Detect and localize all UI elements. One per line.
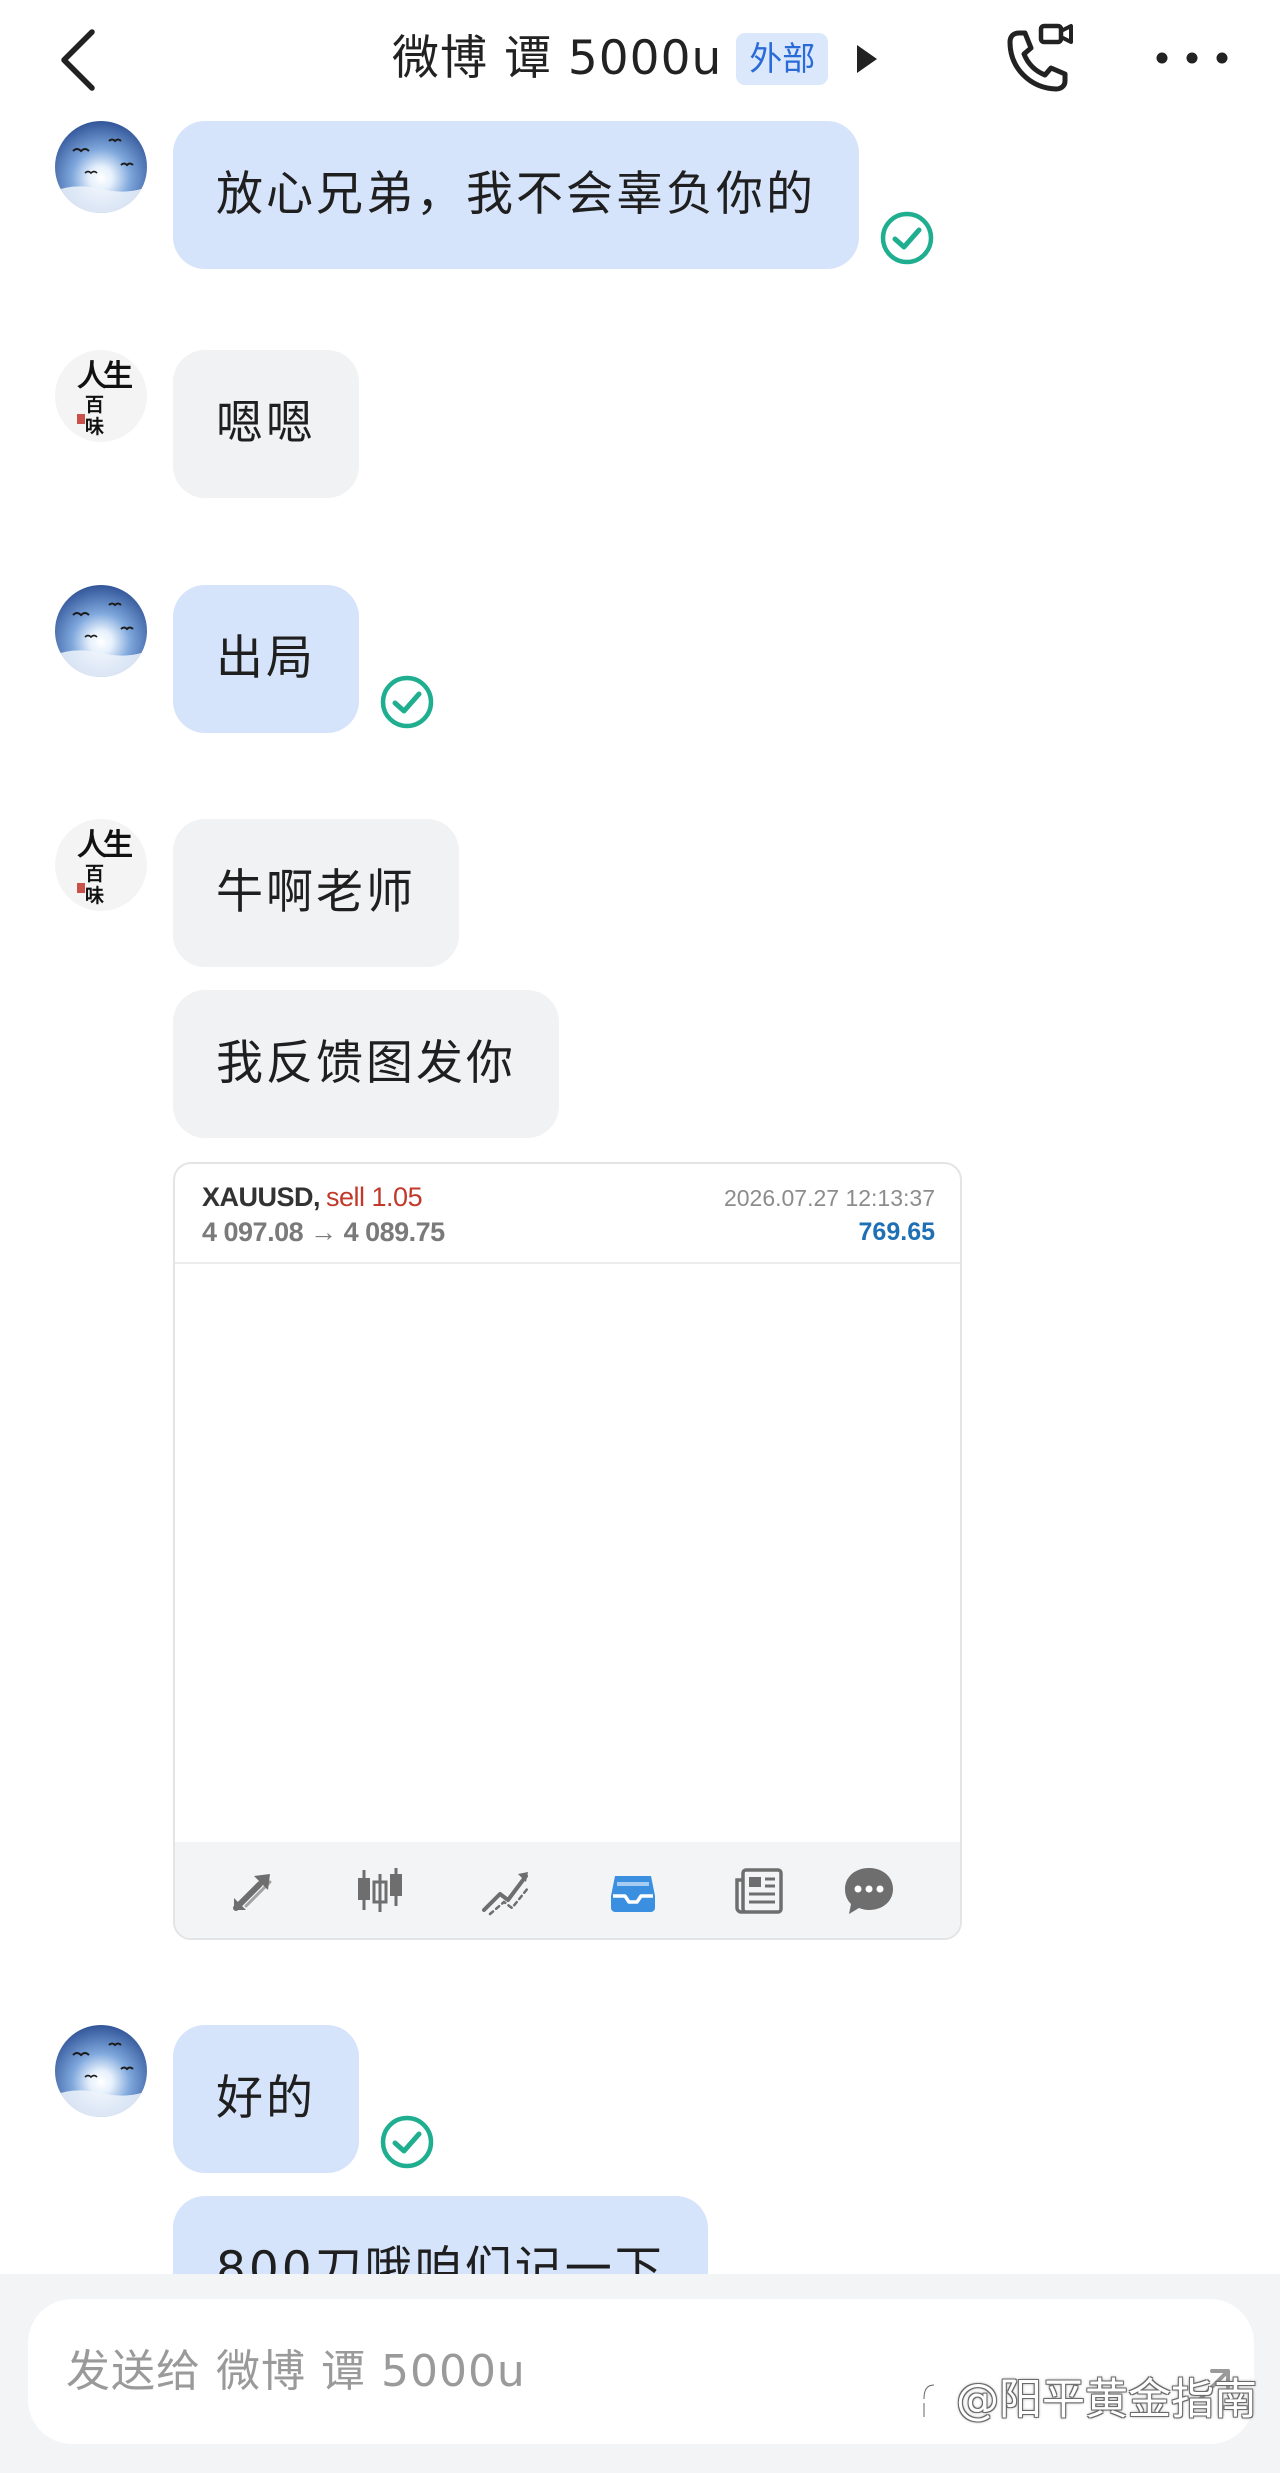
message-row: 我反馈图发你 (173, 990, 559, 1138)
phone-video-icon (1007, 23, 1073, 92)
trade-icon (233, 1874, 272, 1911)
message-row: 人生 百味 牛啊老师 (55, 819, 459, 967)
calligraphy-avatar: 人生 (77, 828, 133, 863)
sky-birds-avatar (55, 2025, 147, 2117)
chart-icon (482, 1872, 530, 1916)
message-row: 放心兄弟，我不会辜负你的 (55, 121, 935, 269)
message-row: 人生 百味 嗯嗯 (55, 350, 359, 498)
chat-title-group[interactable]: 微博 谭 5000u 外部 (392, 28, 880, 90)
chat-header: 微博 谭 5000u 外部 (0, 0, 1280, 118)
history-icon (611, 1876, 655, 1912)
contact-avatar[interactable]: 人生 百味 (55, 819, 147, 911)
news-icon (735, 1868, 783, 1914)
trade-prices: 4 097.08 → 4 089.75 (202, 1217, 445, 1247)
message-bubble-sent[interactable]: 放心兄弟，我不会辜负你的 (173, 121, 859, 269)
message-bubble-received[interactable]: 我反馈图发你 (173, 990, 559, 1138)
seal-mark (77, 883, 85, 893)
trade-symbol: XAUUSD, (202, 1182, 321, 1212)
quotes-icon (358, 1868, 402, 1912)
trade-time: 2026.07.27 12:13:37 (723, 1185, 935, 1211)
watermark: @阳平黄金指南 (912, 2372, 1257, 2428)
more-dots-icon (1156, 52, 1228, 64)
play-triangle-icon[interactable] (854, 42, 880, 76)
message-row: 好的 (55, 2025, 435, 2173)
image-message-trade-screenshot[interactable]: XAUUSD, sell 1.05 4 097.08 → 4 089.75 202… (173, 1162, 962, 1940)
message-bubble-received[interactable]: 嗯嗯 (173, 350, 359, 498)
sky-birds-avatar (55, 121, 147, 213)
watermark-text: @阳平黄金指南 (956, 2375, 1257, 2425)
read-check-icon (880, 211, 934, 265)
chat-icon (845, 1868, 893, 1914)
read-check-icon (380, 675, 434, 729)
my-avatar[interactable] (55, 121, 147, 213)
message-bubble-sent[interactable]: 出局 (173, 585, 359, 733)
calligraphy-avatar-lower: 百味 (85, 863, 105, 907)
trade-symbol-line: XAUUSD, sell 1.05 (202, 1180, 423, 1214)
external-badge: 外部 (736, 33, 829, 85)
my-avatar[interactable] (55, 2025, 147, 2117)
zhihu-logo-icon (918, 2382, 946, 2420)
more-button[interactable] (1150, 40, 1234, 76)
message-input-placeholder: 发送给 微博 谭 5000u (66, 2346, 526, 2397)
chevron-left-icon (61, 29, 95, 91)
sky-birds-avatar (55, 585, 147, 677)
chat-title: 微博 谭 5000u (392, 31, 723, 86)
trade-app-toolbar (175, 1842, 960, 1938)
trade-summary-header: XAUUSD, sell 1.05 4 097.08 → 4 089.75 202… (175, 1164, 960, 1264)
seal-mark (77, 414, 85, 424)
contact-avatar[interactable]: 人生 百味 (55, 350, 147, 442)
message-bubble-received[interactable]: 牛啊老师 (173, 819, 459, 967)
calligraphy-avatar-lower: 百味 (85, 394, 105, 438)
message-bubble-sent[interactable]: 好的 (173, 2025, 359, 2173)
read-check-icon (380, 2115, 434, 2169)
message-row: 出局 (55, 585, 435, 733)
trade-side: sell 1.05 (326, 1182, 423, 1212)
chat-screen: 微博 谭 5000u 外部 放心兄弟，我不会辜负你的 人生 百味 嗯嗯 出局 人… (0, 0, 1280, 2473)
call-button[interactable] (994, 20, 1078, 100)
calligraphy-avatar: 人生 (77, 359, 133, 394)
trade-profit: 769.65 (858, 1218, 935, 1246)
my-avatar[interactable] (55, 585, 147, 677)
back-button[interactable] (48, 20, 112, 100)
